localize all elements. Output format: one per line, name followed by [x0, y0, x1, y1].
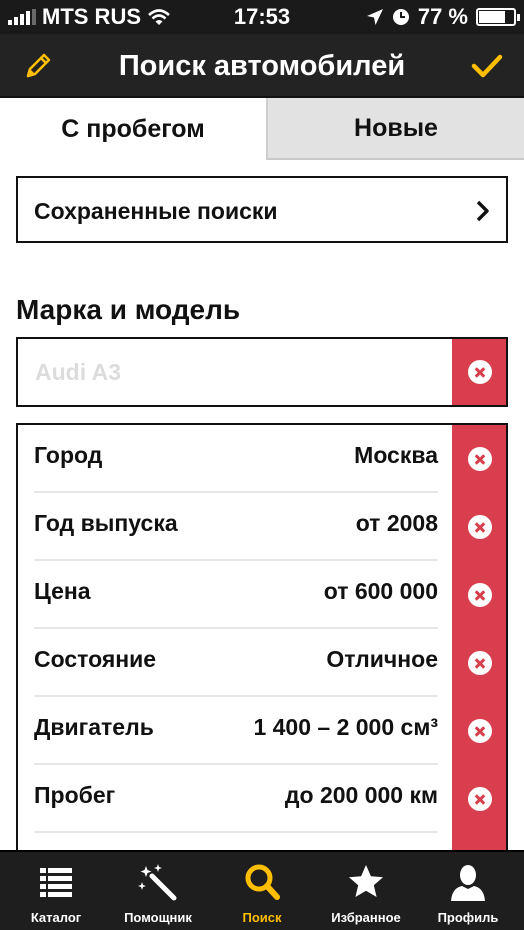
filter-label: Город — [34, 442, 103, 468]
tabbar-label: Каталог — [30, 910, 82, 925]
clear-city-button[interactable] — [468, 447, 492, 471]
filter-value: до 200 000 км — [284, 782, 438, 808]
make-model-input[interactable] — [18, 339, 454, 405]
filter-label: Двигатель — [34, 714, 154, 740]
tabbar-label: Избранное — [331, 910, 401, 925]
filter-value: Отличное — [326, 646, 438, 672]
clear-mileage-button[interactable] — [468, 787, 492, 811]
magic-wand-icon — [138, 864, 177, 901]
filter-value: от 2008 — [355, 510, 438, 536]
battery-icon — [476, 8, 520, 26]
segment-tabs: С пробегом Новые — [0, 98, 524, 160]
tabbar-item-profile[interactable]: Профиль — [416, 852, 520, 930]
filter-label: Состояние — [34, 646, 157, 672]
saved-searches-button[interactable]: Сохраненные поиски — [16, 176, 508, 243]
filters-list: Город Москва Год выпуска от 2008 Цена от… — [16, 423, 508, 863]
tabbar-label: Поиск — [242, 910, 282, 925]
location-arrow-icon — [366, 9, 383, 25]
status-right: 77 % — [366, 4, 520, 30]
filter-clear-column — [452, 425, 506, 863]
filter-row-year[interactable]: Год выпуска от 2008 — [34, 493, 438, 561]
bottom-tab-bar: Каталог Помощник Поиск Избранное Профиль — [0, 850, 524, 930]
saved-searches-label: Сохраненные поиски — [34, 198, 278, 224]
filter-value: Москва — [354, 442, 438, 468]
filter-label: Пробег — [34, 782, 116, 808]
tabbar-item-favorites[interactable]: Избранное — [314, 852, 418, 930]
filter-label: Год выпуска — [34, 510, 178, 536]
filter-value: 1 400 – 2 000 см³ — [253, 714, 438, 740]
filter-row-price[interactable]: Цена от 600 000 — [34, 561, 438, 629]
tab-used[interactable]: С пробегом — [0, 98, 266, 160]
filter-row-condition[interactable]: Состояние Отличное — [34, 629, 438, 697]
checkmark-icon[interactable] — [470, 50, 504, 82]
tabbar-item-assistant[interactable]: Помощник — [106, 852, 210, 930]
clear-year-button[interactable] — [468, 515, 492, 539]
clear-price-button[interactable] — [468, 583, 492, 607]
battery-percent: 77 % — [417, 4, 468, 29]
clear-icon — [468, 360, 492, 384]
clock-icon — [392, 9, 409, 25]
filter-value: от 600 000 — [323, 578, 438, 604]
search-icon — [245, 864, 280, 900]
tabbar-item-search[interactable]: Поиск — [210, 852, 314, 930]
filter-row-city[interactable]: Город Москва — [34, 425, 438, 493]
make-model-heading: Марка и модель — [16, 294, 241, 325]
status-bar: MTS RUS 17:53 77 % — [0, 0, 524, 34]
filter-row-engine[interactable]: Двигатель 1 400 – 2 000 см³ — [34, 697, 438, 765]
filter-row-mileage[interactable]: Пробег до 200 000 км — [34, 765, 438, 833]
clear-condition-button[interactable] — [468, 651, 492, 675]
tab-new[interactable]: Новые — [266, 98, 524, 160]
filter-label: Цена — [34, 578, 91, 604]
tabbar-label: Профиль — [437, 910, 499, 925]
tabbar-label: Помощник — [124, 910, 192, 925]
star-icon — [349, 865, 383, 897]
chevron-right-icon — [476, 200, 489, 222]
clear-make-model-button[interactable] — [452, 339, 506, 405]
list-icon — [40, 868, 72, 897]
person-icon — [451, 865, 485, 901]
make-model-field — [16, 337, 508, 407]
page-title: Поиск автомобилей — [118, 50, 406, 82]
clear-engine-button[interactable] — [468, 719, 492, 743]
row-divider — [34, 831, 438, 833]
navigation-bar: Поиск автомобилей — [0, 34, 524, 98]
tabbar-item-catalog[interactable]: Каталог — [4, 852, 108, 930]
